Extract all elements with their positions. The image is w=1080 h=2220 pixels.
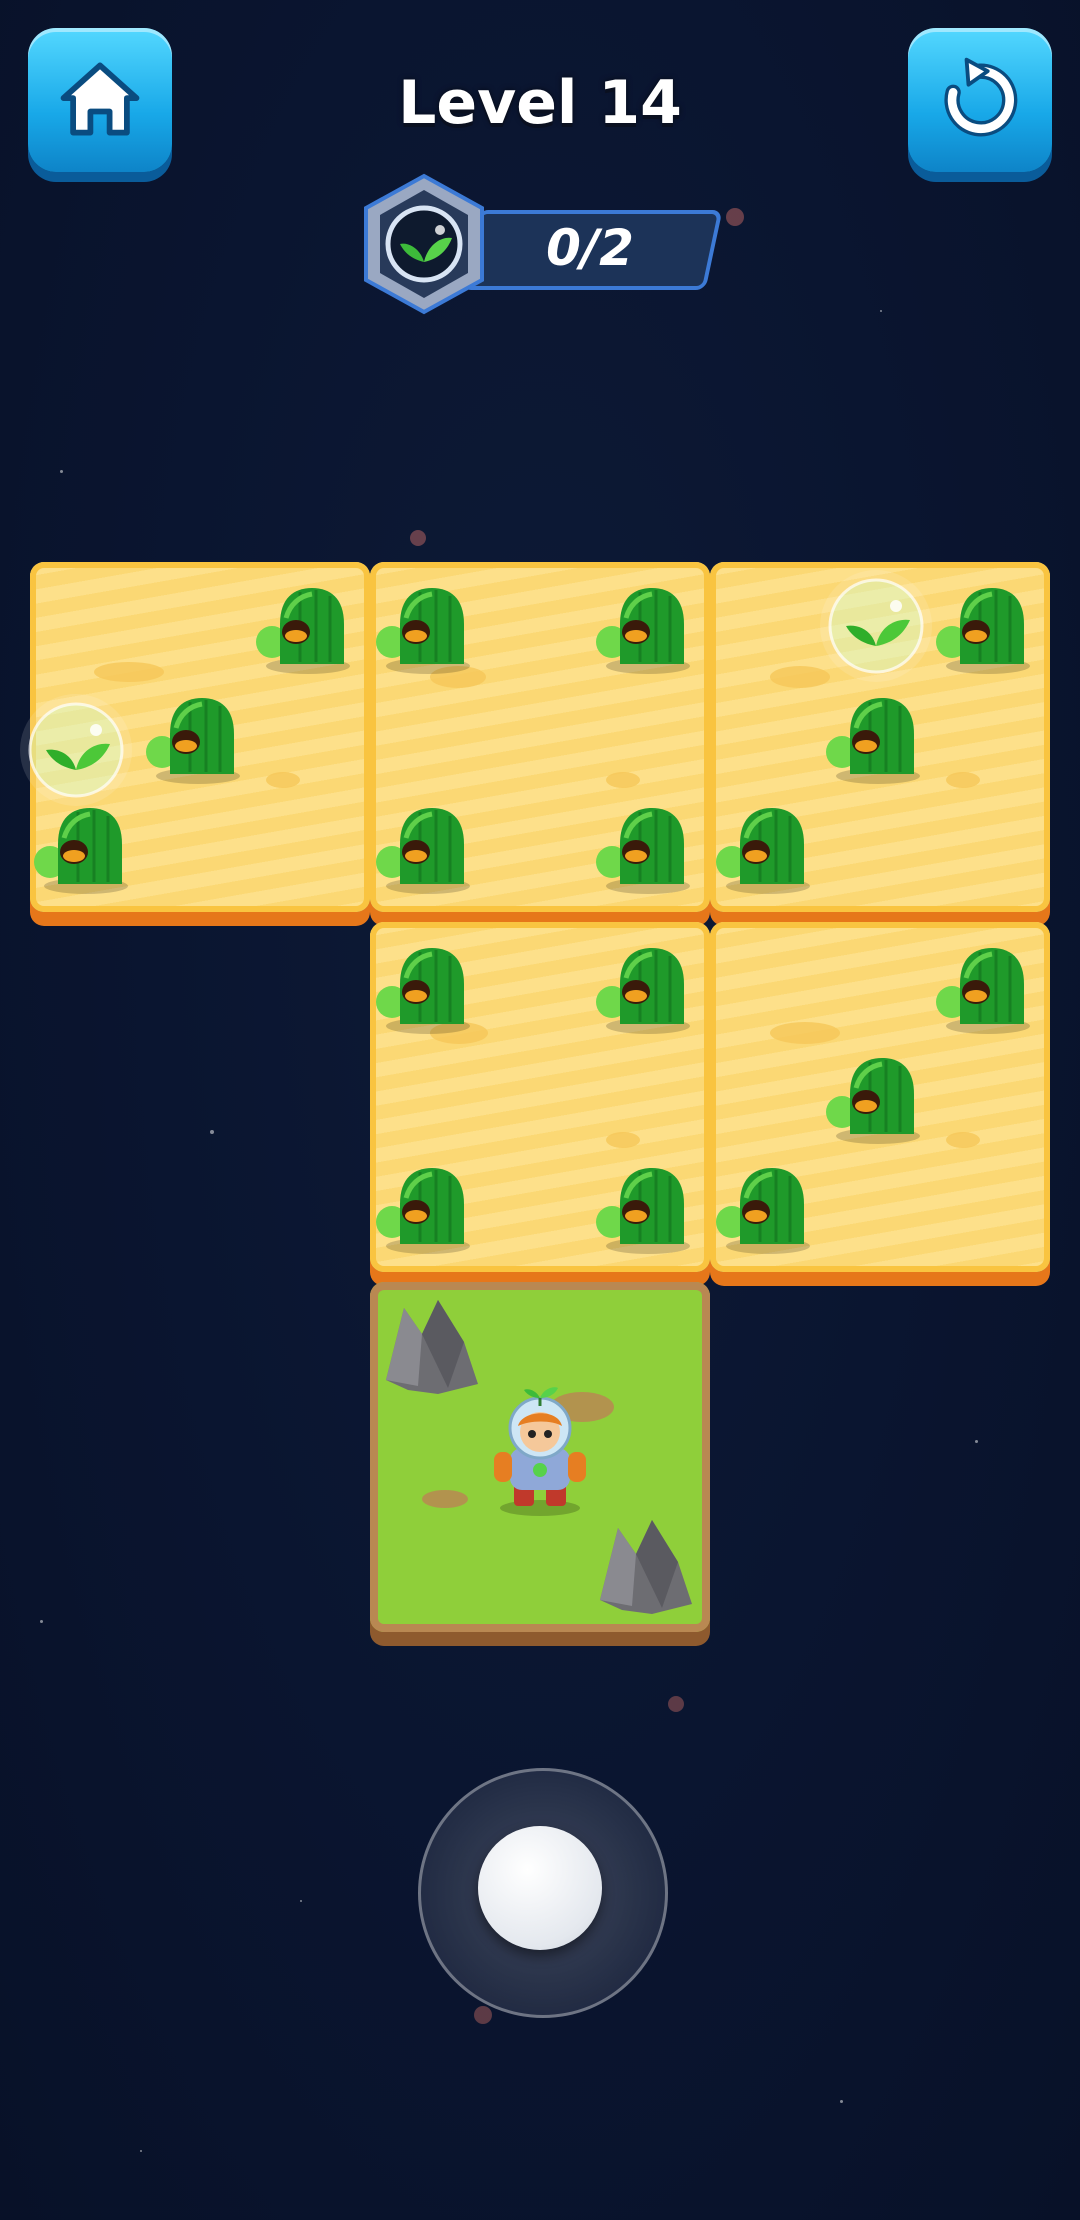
green-blob-enemy: [936, 944, 1032, 1034]
rock-obstacle: [592, 1510, 702, 1620]
restart-button[interactable]: [908, 28, 1052, 172]
green-blob-enemy: [596, 1164, 692, 1254]
green-blob-enemy: [376, 1164, 472, 1254]
sand-tile: [370, 562, 710, 912]
seed-bubble-collectible: [816, 566, 936, 686]
green-blob-enemy: [826, 694, 922, 784]
grass-start-tile: [370, 1282, 710, 1632]
collect-counter: 0/2: [546, 219, 634, 277]
restart-icon: [944, 57, 1018, 137]
sand-tile: [710, 922, 1050, 1272]
green-blob-enemy: [146, 694, 242, 784]
green-blob-enemy: [596, 804, 692, 894]
green-blob-enemy: [376, 944, 472, 1034]
green-blob-enemy: [826, 1054, 922, 1144]
green-blob-enemy: [596, 584, 692, 674]
player-character: [494, 1387, 586, 1516]
green-blob-enemy: [376, 584, 472, 674]
green-blob-enemy: [716, 804, 812, 894]
sand-tile: [370, 922, 710, 1272]
green-blob-enemy: [256, 584, 352, 674]
green-blob-enemy: [596, 944, 692, 1034]
green-blob-enemy: [936, 584, 1032, 674]
joystick-knob[interactable]: [478, 1826, 602, 1950]
home-icon: [60, 62, 140, 136]
green-blob-enemy: [716, 1164, 812, 1254]
green-blob-enemy: [376, 804, 472, 894]
level-title: Level 14: [398, 68, 682, 138]
green-blob-enemy: [34, 804, 130, 894]
rock-obstacle: [378, 1290, 488, 1400]
seed-bubble-collectible: [16, 690, 136, 810]
seedling-icon: [364, 173, 484, 315]
home-button[interactable]: [28, 28, 172, 172]
